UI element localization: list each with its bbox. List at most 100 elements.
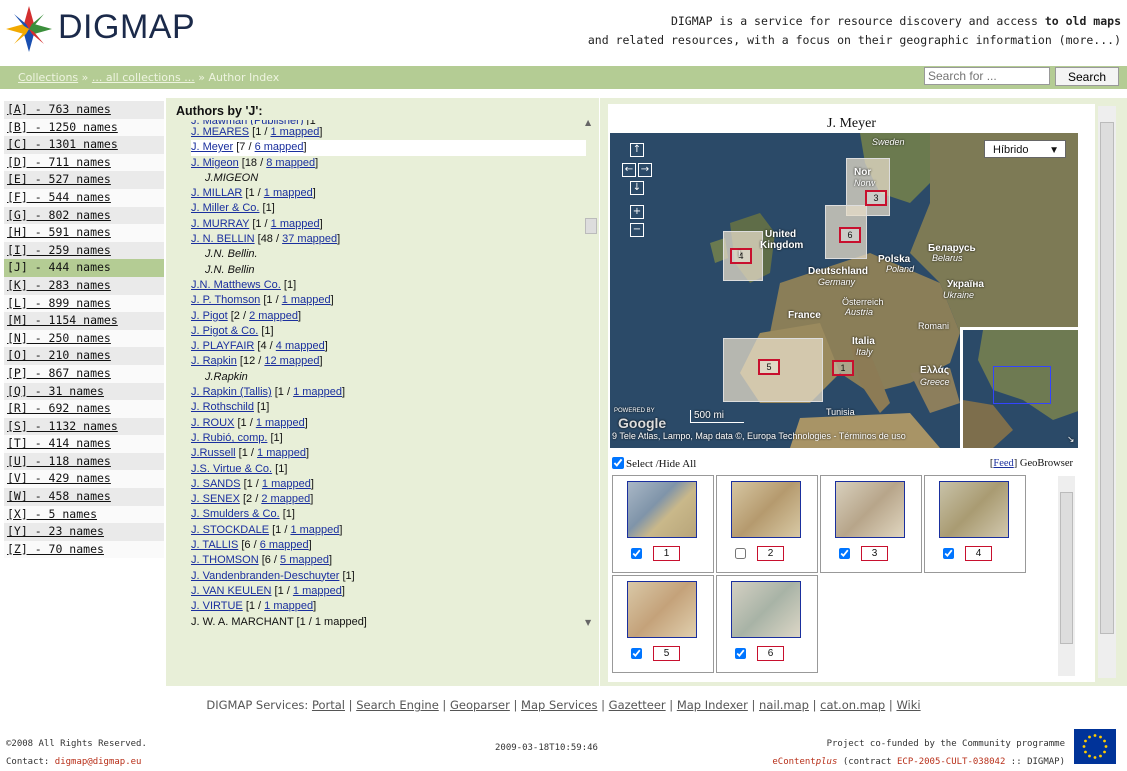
map-view[interactable]: ↑ ← → ↓ + − Híbrido ▼ 1 3 4 5 6 Sweden Nor N… — [610, 133, 1078, 448]
letter-index-item[interactable]: [V] - 429 names — [4, 470, 164, 489]
breadcrumb-collections[interactable]: Collections — [18, 71, 78, 84]
author-name-link[interactable]: J. TALLIS — [191, 539, 238, 551]
author-name-link[interactable]: J. P. Thomson — [191, 294, 260, 306]
mapped-link[interactable]: 6 mapped — [255, 141, 304, 153]
letter-index-item[interactable]: [I] - 259 names — [4, 241, 164, 260]
letter-index-item[interactable]: [L] - 899 names — [4, 294, 164, 313]
letter-index-item[interactable]: [Y] - 23 names — [4, 523, 164, 541]
author-name-link[interactable]: J. MURRAY — [191, 218, 249, 230]
zoom-out-icon[interactable]: − — [630, 223, 644, 237]
letter-index-item[interactable]: [G] - 802 names — [4, 206, 164, 225]
map-marker[interactable]: 5 — [758, 359, 780, 375]
mapped-link[interactable]: 6 mapped — [260, 539, 309, 551]
letter-index-item[interactable]: [O] - 210 names — [4, 347, 164, 365]
breadcrumb-all-collections[interactable]: ... all collections ... — [92, 71, 195, 84]
scrollbar-thumb[interactable] — [585, 218, 597, 234]
author-name-link[interactable]: J. N. BELLIN — [191, 233, 255, 245]
letter-index-item[interactable]: [A] - 763 names — [4, 101, 164, 119]
digmap-logo[interactable]: DIGMAP — [6, 6, 246, 52]
scrollbar-thumb[interactable] — [1060, 492, 1073, 644]
author-name-link[interactable]: J. SANDS — [191, 478, 241, 490]
letter-index-item[interactable]: [K] - 283 names — [4, 276, 164, 295]
select-all-checkbox[interactable] — [612, 457, 624, 469]
map-thumbnail-image[interactable] — [731, 581, 801, 638]
map-thumbnail-image[interactable] — [627, 481, 697, 538]
author-name-link[interactable]: J. Migeon — [191, 157, 239, 169]
author-name-link[interactable]: J. VIRTUE — [191, 600, 243, 612]
search-input[interactable] — [924, 67, 1050, 85]
map-thumbnail-image[interactable] — [939, 481, 1009, 538]
service-link[interactable]: Gazetteer — [609, 698, 666, 712]
mapped-link[interactable]: 1 mapped — [262, 478, 311, 490]
letter-index-item[interactable]: [Z] - 70 names — [4, 540, 164, 559]
service-link[interactable]: cat.on.map — [820, 698, 885, 712]
letter-index-item[interactable]: [M] - 1154 names — [4, 312, 164, 330]
mapped-link[interactable]: 1 mapped — [293, 386, 342, 398]
service-link[interactable]: Wiki — [896, 698, 920, 712]
author-name-link[interactable]: J. Pigot — [191, 310, 228, 322]
overview-map[interactable]: ↘ — [960, 327, 1078, 448]
service-link[interactable]: Geoparser — [450, 698, 510, 712]
thumbnails-scrollbar[interactable] — [1058, 476, 1075, 676]
author-name-link[interactable]: J. Smulders & Co. — [191, 508, 280, 520]
map-thumbnail-image[interactable] — [835, 481, 905, 538]
letter-index-item[interactable]: [R] - 692 names — [4, 400, 164, 418]
author-name-link[interactable]: J. Pigot & Co. — [191, 325, 258, 337]
letter-index-item[interactable]: [D] - 711 names — [4, 153, 164, 172]
mapped-link[interactable]: 4 mapped — [276, 340, 325, 352]
feed-link[interactable]: Feed — [993, 458, 1013, 469]
service-link[interactable]: Map Indexer — [677, 698, 748, 712]
pan-up-icon[interactable]: ↑ — [630, 143, 644, 157]
map-marker[interactable]: 6 — [839, 227, 861, 243]
letter-index-item[interactable]: [P] - 867 names — [4, 364, 164, 383]
mapped-link[interactable]: 1 mapped — [290, 524, 339, 536]
scroll-up-icon[interactable]: ▲ — [585, 118, 591, 127]
author-name-link[interactable]: J.Russell — [191, 447, 236, 459]
contact-email-link[interactable]: digmap@digmap.eu — [55, 757, 142, 767]
authors-scrollbar[interactable]: ▲ ▼ — [585, 118, 597, 638]
letter-index-item[interactable]: [H] - 591 names — [4, 224, 164, 242]
author-name-link[interactable]: J. Meyer — [191, 141, 233, 153]
overview-viewport[interactable] — [993, 366, 1051, 404]
author-name-link[interactable]: J. W. A. MARCHANT — [191, 616, 293, 628]
zoom-in-icon[interactable]: + — [630, 205, 644, 219]
thumbnail-checkbox[interactable] — [631, 648, 642, 659]
map-marker[interactable]: 4 — [730, 248, 752, 264]
thumbnail-checkbox[interactable] — [631, 548, 642, 559]
author-name-link[interactable]: J. PLAYFAIR — [191, 340, 254, 352]
thumbnail-checkbox[interactable] — [943, 548, 954, 559]
letter-index-item[interactable]: [F] - 544 names — [4, 188, 164, 207]
thumbnail-checkbox[interactable] — [735, 548, 746, 559]
scroll-down-icon[interactable]: ▼ — [585, 618, 591, 627]
service-link[interactable]: Search Engine — [356, 698, 439, 712]
google-logo[interactable]: Google — [618, 415, 666, 431]
map-marker[interactable]: 1 — [832, 360, 854, 376]
overview-toggle-icon[interactable]: ↘ — [1067, 434, 1075, 445]
thumbnail-checkbox[interactable] — [839, 548, 850, 559]
mapped-link[interactable]: 1 mapped — [293, 585, 342, 597]
author-name-link[interactable]: J. ROUX — [191, 417, 234, 429]
mapped-link[interactable]: 1 mapped — [270, 126, 319, 138]
map-thumbnail-image[interactable] — [731, 481, 801, 538]
author-name-link[interactable]: J. VAN KEULEN — [191, 585, 272, 597]
author-name-link[interactable]: J. MILLAR — [191, 187, 242, 199]
service-link[interactable]: Map Services — [521, 698, 597, 712]
author-name-link[interactable]: J. MEARES — [191, 126, 249, 138]
map-marker[interactable]: 3 — [865, 190, 887, 206]
mapped-link[interactable]: 1 mapped — [264, 187, 313, 199]
letter-index-item[interactable]: [J] - 444 names — [4, 259, 164, 277]
author-name-link[interactable]: J. Vandenbranden-Deschuyter — [191, 570, 339, 582]
letter-index-item[interactable]: [Q] - 31 names — [4, 382, 164, 401]
mapped-link[interactable]: 5 mapped — [280, 554, 329, 566]
pan-left-icon[interactable]: ← — [622, 163, 636, 177]
letter-index-item[interactable]: [X] - 5 names — [4, 505, 164, 524]
letter-index-item[interactable]: [W] - 458 names — [4, 488, 164, 506]
letter-index-item[interactable]: [N] - 250 names — [4, 329, 164, 348]
letter-index-item[interactable]: [C] - 1301 names — [4, 136, 164, 154]
mapped-link[interactable]: 2 mapped — [249, 310, 298, 322]
letter-index-item[interactable]: [E] - 527 names — [4, 171, 164, 189]
author-name-link[interactable]: J. STOCKDALE — [191, 524, 269, 536]
scrollbar-thumb[interactable] — [1100, 122, 1114, 634]
mapped-link[interactable]: 1 mapped — [264, 600, 313, 612]
author-name-link[interactable]: J. Rapkin (Tallis) — [191, 386, 272, 398]
